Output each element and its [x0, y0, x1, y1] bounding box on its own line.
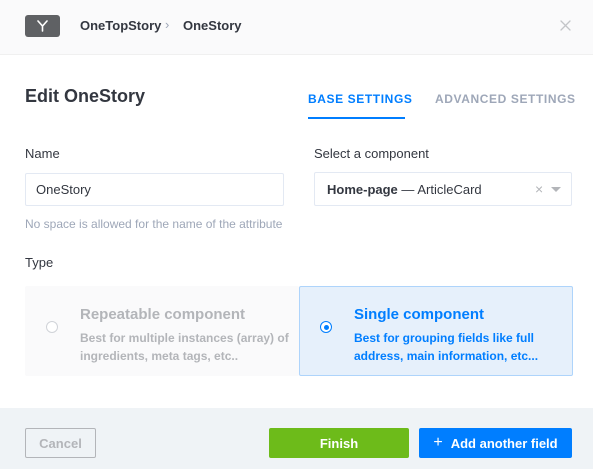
type-option-title: Single component — [354, 306, 485, 323]
type-option-description: Best for multiple instances (array) of i… — [80, 331, 289, 363]
type-option-description: Best for grouping fields like full addre… — [354, 331, 539, 363]
cancel-button[interactable]: Cancel — [25, 428, 96, 458]
name-input[interactable] — [25, 173, 284, 206]
type-option-title: Repeatable component — [80, 306, 246, 323]
add-another-field-label: Add another field — [450, 435, 558, 451]
plus-icon: + — [433, 434, 443, 451]
component-select[interactable]: Home-page — ArticleCard × — [314, 172, 572, 206]
modal-header: OneTopStory › OneStory — [0, 0, 593, 55]
finish-button[interactable]: Finish — [269, 428, 409, 458]
component-name: ArticleCard — [417, 182, 482, 197]
modal-footer: Cancel Finish + Add another field — [0, 408, 593, 469]
clear-icon[interactable]: × — [535, 181, 543, 197]
breadcrumb-current: OneStory — [183, 18, 242, 33]
breadcrumb-parent[interactable]: OneTopStory — [80, 18, 161, 33]
close-icon[interactable] — [558, 18, 572, 32]
chevron-down-icon[interactable] — [551, 187, 561, 192]
type-option-repeatable[interactable]: Repeatable component Best for multiple i… — [25, 286, 299, 376]
tab-advanced-settings[interactable]: ADVANCED SETTINGS — [435, 92, 576, 106]
name-hint: No space is allowed for the name of the … — [25, 217, 283, 231]
component-category: Home-page — [327, 182, 398, 197]
type-label: Type — [25, 255, 54, 270]
component-select-value: Home-page — ArticleCard — [327, 182, 482, 197]
breadcrumb-separator: › — [165, 17, 170, 32]
component-separator: — — [401, 182, 415, 197]
modal-title: Edit OneStory — [25, 86, 146, 106]
name-label: Name — [25, 146, 60, 161]
add-another-field-button[interactable]: + Add another field — [419, 428, 572, 458]
active-tab-indicator — [308, 117, 405, 119]
radio-button-selected[interactable] — [320, 321, 332, 333]
tab-base-settings[interactable]: BASE SETTINGS — [308, 92, 412, 106]
component-label: Select a component — [314, 146, 429, 161]
radio-button[interactable] — [46, 321, 58, 333]
type-option-single[interactable]: Single component Best for grouping field… — [299, 286, 573, 376]
branch-icon — [25, 15, 60, 37]
